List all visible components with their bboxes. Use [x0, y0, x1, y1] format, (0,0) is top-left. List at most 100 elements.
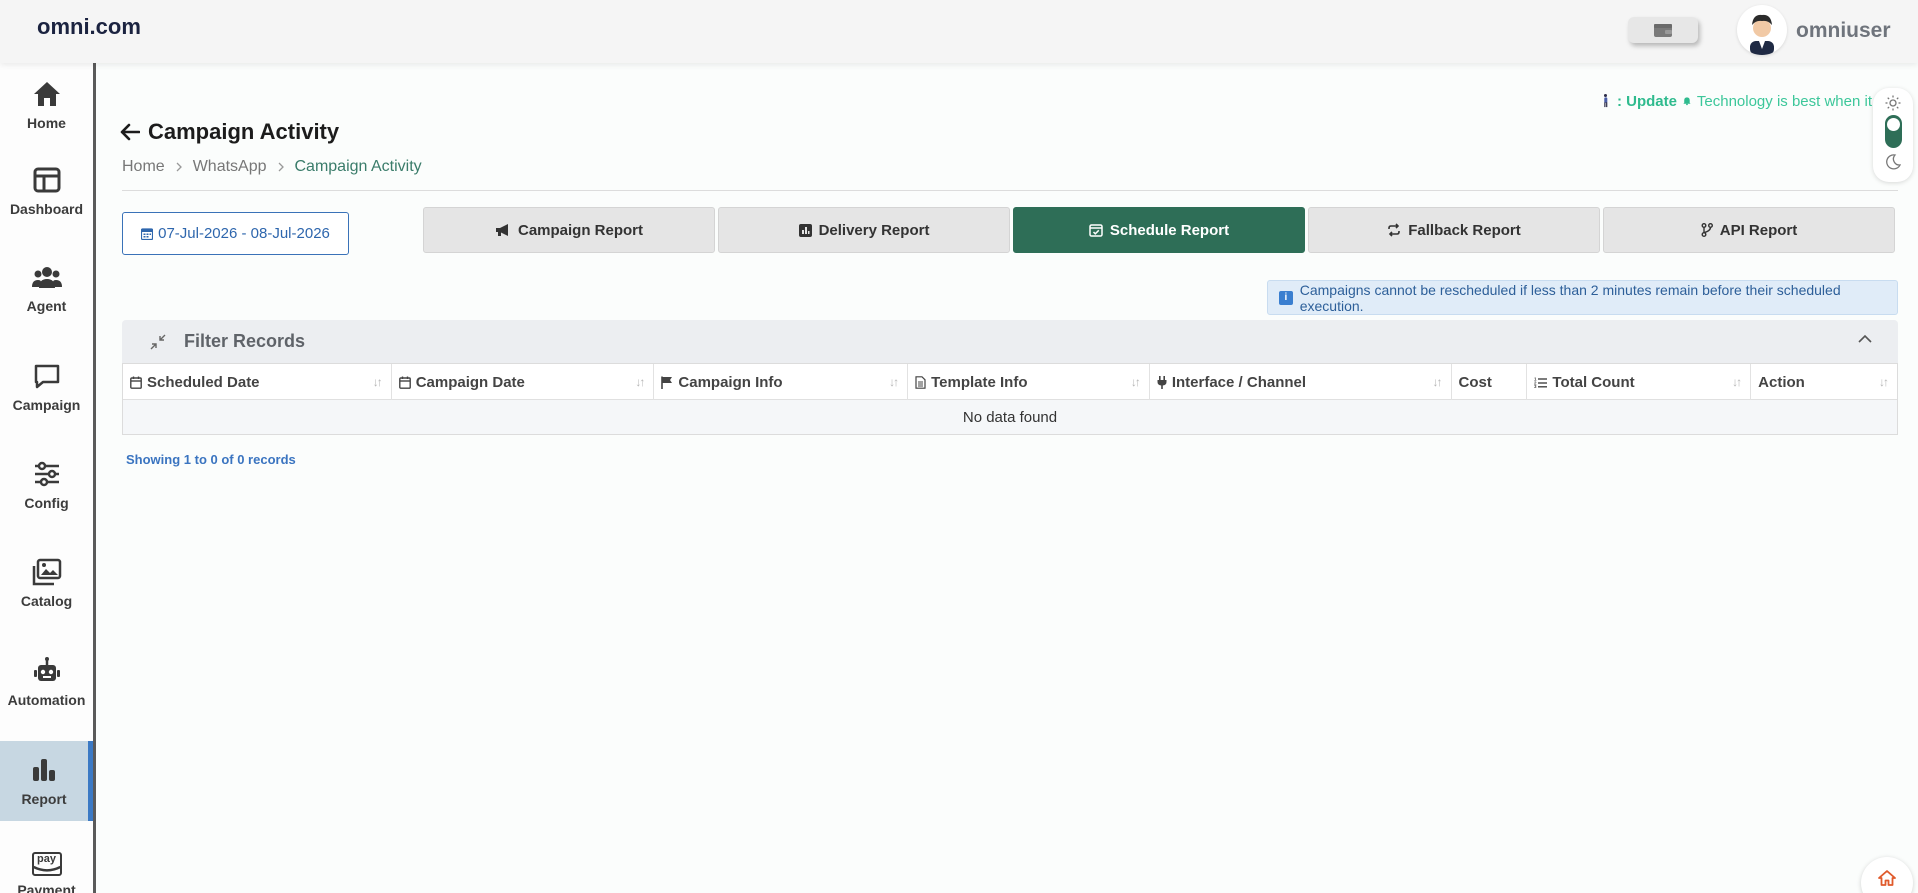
theme-toggle-track[interactable] [1885, 115, 1902, 148]
tab-label: Fallback Report [1408, 221, 1521, 239]
column-header-action[interactable]: Action ↓↑ [1751, 364, 1897, 400]
smile-arrow-icon [32, 865, 61, 872]
svg-text:3: 3 [1534, 384, 1537, 388]
tab-label: Campaign Report [517, 221, 643, 239]
report-tabs: Campaign Report Delivery Report Schedule… [423, 207, 1895, 253]
bullhorn-icon [495, 224, 508, 236]
home-icon [33, 82, 60, 106]
column-label: Scheduled Date [147, 373, 260, 391]
calendar-check-icon [1089, 224, 1103, 237]
chevron-up-icon[interactable] [1858, 334, 1872, 343]
sidebar-item-payment[interactable]: pay Payment [0, 835, 93, 893]
bell-icon [1683, 97, 1691, 106]
sidebar-item-catalog[interactable]: Catalog [0, 543, 93, 623]
table-header: Scheduled Date ↓↑ Campaign Date ↓↑ Campa… [123, 364, 1897, 400]
column-header-template-info[interactable]: Template Info ↓↑ [908, 364, 1150, 400]
list-ol-icon: 123 [1534, 377, 1548, 388]
records-summary: Showing 1 to 0 of 0 records [126, 452, 296, 467]
theme-toggle-knob [1887, 118, 1900, 131]
user-avatar-icon [1750, 14, 1774, 55]
sidebar-item-dashboard[interactable]: Dashboard [0, 151, 93, 231]
calendar-icon [130, 376, 142, 389]
announcement-ticker: : Update Technology is best when it [1600, 88, 1872, 114]
sidebar-item-label: Catalog [20, 593, 73, 609]
sidebar-item-label: Payment [17, 882, 76, 893]
column-header-total-count[interactable]: 123 Total Count ↓↑ [1527, 364, 1752, 400]
breadcrumb-current: Campaign Activity [294, 158, 422, 175]
home-outline-icon [1878, 870, 1896, 886]
plug-icon [1157, 375, 1167, 389]
sidebar-item-config[interactable]: Config [0, 445, 93, 525]
tab-label: Schedule Report [1109, 221, 1230, 239]
sun-icon [1885, 95, 1901, 111]
sidebar-item-label: Config [24, 495, 69, 511]
tab-delivery-report[interactable]: Delivery Report [718, 207, 1010, 253]
sidebar-item-label: Home [27, 115, 66, 131]
sort-icon[interactable]: ↓↑ [373, 375, 383, 389]
avatar[interactable] [1737, 5, 1787, 55]
ticker-text: Technology is best when it [1696, 92, 1872, 110]
tab-campaign-report[interactable]: Campaign Report [423, 207, 715, 253]
column-header-campaign-info[interactable]: Campaign Info ↓↑ [654, 364, 909, 400]
date-range-text: 07-Jul-2026 - 08-Jul-2026 [158, 225, 330, 242]
sidebar-item-automation[interactable]: Automation [0, 642, 93, 722]
users-icon [31, 267, 62, 288]
sort-icon[interactable]: ↓↑ [635, 375, 645, 389]
back-arrow-icon[interactable] [120, 123, 140, 141]
schedule-report-table: Scheduled Date ↓↑ Campaign Date ↓↑ Campa… [122, 363, 1898, 435]
wallet-icon [1654, 24, 1672, 37]
amazon-pay-icon: pay [31, 852, 62, 876]
page-title-text: Campaign Activity [148, 119, 340, 144]
sort-icon[interactable]: ↓↑ [1131, 375, 1141, 389]
column-header-campaign-date[interactable]: Campaign Date ↓↑ [392, 364, 655, 400]
sidebar-item-label: Campaign [12, 397, 81, 413]
chart-square-icon [798, 223, 812, 237]
tab-label: Delivery Report [818, 221, 930, 239]
sidebar-item-agent[interactable]: Agent [0, 248, 93, 328]
breadcrumb-home[interactable]: Home [122, 158, 165, 176]
breadcrumb-whatsapp[interactable]: WhatsApp [193, 158, 267, 176]
sidebar-item-label: Report [21, 791, 67, 807]
sort-icon[interactable]: ↓↑ [1433, 375, 1443, 389]
column-header-interface-channel[interactable]: Interface / Channel ↓↑ [1150, 364, 1452, 400]
sort-icon[interactable]: ↓↑ [1879, 375, 1889, 389]
date-range-picker[interactable]: 07-Jul-2026 - 08-Jul-2026 [122, 212, 349, 255]
column-label: Campaign Date [415, 373, 525, 391]
tab-schedule-report[interactable]: Schedule Report [1013, 207, 1305, 253]
username[interactable]: omniuser [1796, 19, 1891, 43]
code-branch-icon [1701, 223, 1713, 237]
sidebar-item-home[interactable]: Home [0, 65, 93, 145]
table-empty-row: No data found [123, 400, 1897, 434]
filter-records-panel[interactable]: Filter Records [122, 320, 1898, 363]
column-header-cost: Cost [1452, 364, 1528, 400]
floating-home-button[interactable] [1861, 857, 1913, 893]
column-label: Campaign Info [678, 373, 783, 391]
wallet-button[interactable] [1628, 17, 1698, 43]
column-header-scheduled-date[interactable]: Scheduled Date ↓↑ [123, 364, 392, 400]
dashboard-icon [33, 167, 60, 193]
info-notice-text: Campaigns cannot be rescheduled if less … [1299, 281, 1841, 314]
filter-records-title: Filter Records [184, 331, 306, 351]
robot-icon [33, 657, 60, 681]
sidebar-item-label: Agent [26, 298, 67, 314]
theme-toggle[interactable] [1873, 88, 1913, 182]
sort-icon[interactable]: ↓↑ [889, 375, 899, 389]
tab-fallback-report[interactable]: Fallback Report [1308, 207, 1600, 253]
brand-logo[interactable]: omni.com [37, 14, 141, 40]
column-label: Action [1758, 373, 1805, 391]
tab-api-report[interactable]: API Report [1603, 207, 1895, 253]
ticker-prefix: : Update [1616, 92, 1677, 110]
payment-badge-text: pay [37, 853, 56, 865]
chat-icon [34, 364, 59, 389]
sort-icon[interactable]: ↓↑ [1732, 375, 1742, 389]
file-icon [915, 375, 926, 389]
calendar-icon [141, 228, 154, 240]
repeat-icon [1388, 223, 1401, 237]
sidebar-item-campaign[interactable]: Campaign [0, 347, 93, 427]
person-walking-icon [1603, 93, 1608, 108]
sidebar: Home Dashboard Agent Campaign Config Cat… [0, 63, 96, 893]
moon-icon [1886, 154, 1901, 170]
info-icon: i [1279, 290, 1293, 305]
compress-icon [150, 334, 166, 350]
sidebar-item-report[interactable]: Report [0, 741, 93, 821]
